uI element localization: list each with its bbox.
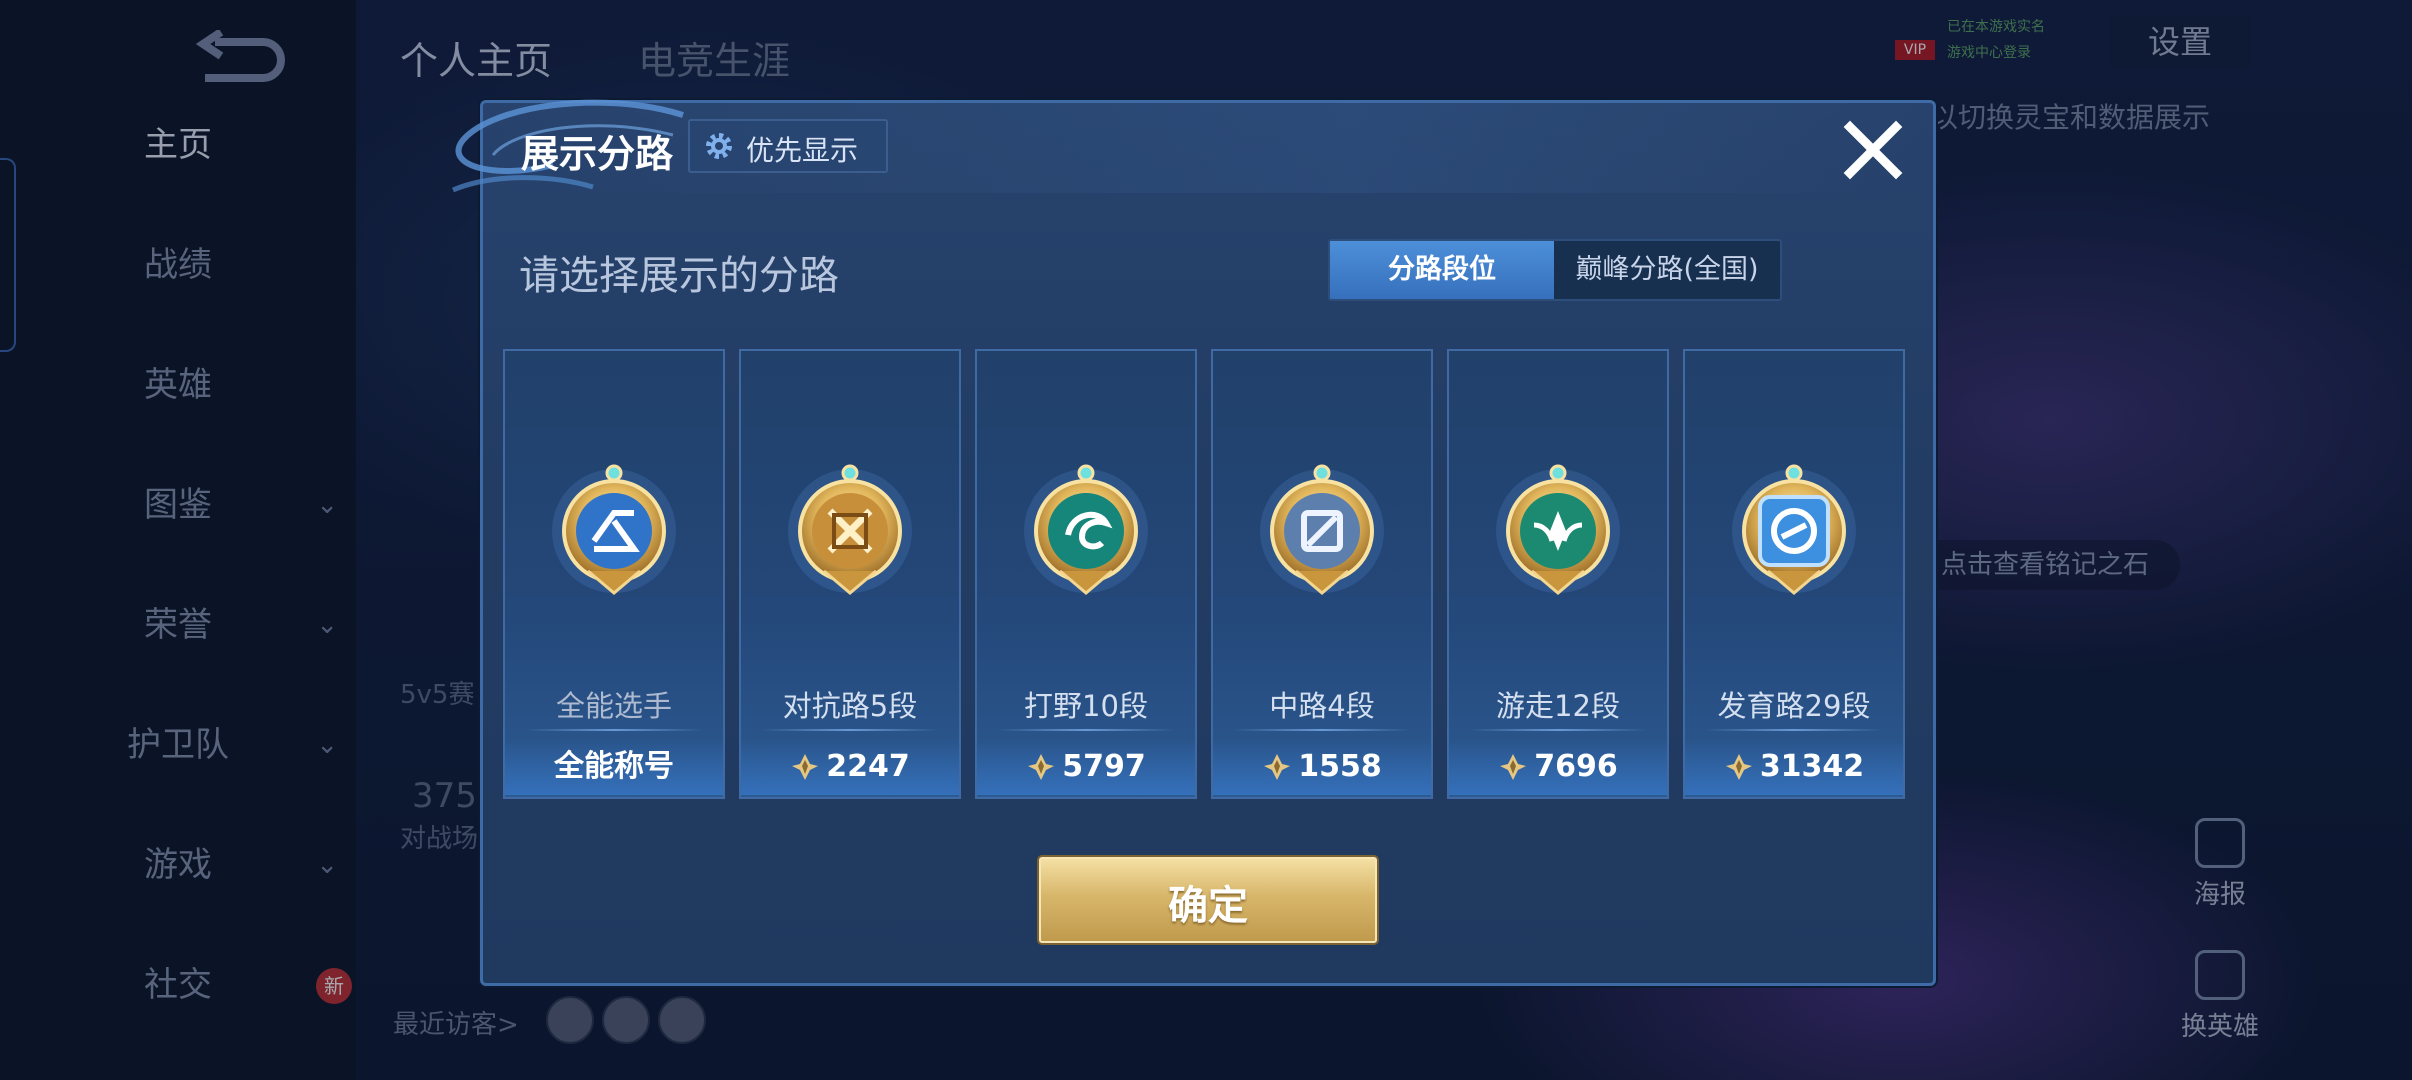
lane-score: 2247 [741, 739, 959, 795]
lane-card[interactable]: 游走12段 7696 [1447, 349, 1669, 799]
power-score-icon [1262, 752, 1292, 782]
lane-rank-label: 发育路29段 [1717, 689, 1871, 723]
lane-mode-toggle: 分路段位 巅峰分路(全国) [1328, 239, 1782, 301]
confirm-button[interactable]: 确定 [1039, 857, 1377, 943]
jungle-emblem-icon [1020, 463, 1152, 609]
card-divider [1705, 729, 1883, 731]
clash-lane-emblem-icon [784, 463, 916, 609]
toggle-lane-rank[interactable]: 分路段位 [1330, 241, 1554, 299]
dialog-subtitle: 请选择展示的分路 [519, 253, 839, 299]
priority-display-button[interactable]: 优先显示 [688, 119, 888, 173]
lane-display-dialog: 展示分路 优先显示 请选择展示的分路 分路段位 巅峰分路(全国) 全能选手全能称… [452, 99, 1936, 986]
toggle-peak-lane[interactable]: 巅峰分路(全国) [1554, 241, 1780, 299]
power-score-icon [790, 752, 820, 782]
lane-rank-label: 打野10段 [1024, 689, 1148, 723]
close-icon[interactable] [1838, 115, 1908, 185]
power-score-icon [1498, 752, 1528, 782]
card-divider [997, 729, 1175, 731]
card-divider [1469, 729, 1647, 731]
lane-score-value: 全能称号 [554, 749, 674, 784]
lane-card[interactable]: 全能选手 全能称号 [503, 349, 725, 799]
lane-rank-label: 全能选手 [555, 689, 672, 723]
farm-lane-emblem-icon [1728, 463, 1860, 609]
lane-score: 全能称号 [505, 739, 723, 795]
lane-score: 5797 [977, 739, 1195, 795]
power-score-icon [1026, 752, 1056, 782]
lane-rank-label: 游走12段 [1496, 689, 1620, 723]
lane-card[interactable]: 发育路29段 31342 [1683, 349, 1905, 799]
lane-card-list: 全能选手全能称号 对抗路5段 2247 打野10段 5797 中路4段 1558 游走… [503, 349, 1913, 799]
confirm-label: 确定 [1168, 883, 1248, 929]
card-divider [1233, 729, 1411, 731]
card-divider [525, 729, 703, 731]
dialog-title: 展示分路 [521, 132, 674, 176]
lane-card[interactable]: 对抗路5段 2247 [739, 349, 961, 799]
lane-score: 7696 [1449, 739, 1667, 795]
roam-emblem-icon [1492, 463, 1624, 609]
lane-card[interactable]: 打野10段 5797 [975, 349, 1197, 799]
lane-score-value: 5797 [1062, 749, 1146, 784]
lane-score-value: 2247 [826, 749, 910, 784]
gear-icon [706, 133, 732, 159]
lane-score-value: 7696 [1534, 749, 1618, 784]
lane-score-value: 31342 [1759, 749, 1865, 784]
lane-score: 31342 [1685, 739, 1903, 795]
card-divider [761, 729, 939, 731]
lane-score-value: 1558 [1298, 749, 1382, 784]
lane-rank-label: 中路4段 [1269, 689, 1375, 723]
mid-lane-emblem-icon [1256, 463, 1388, 609]
lane-card[interactable]: 中路4段 1558 [1211, 349, 1433, 799]
lane-rank-label: 对抗路5段 [782, 689, 918, 723]
allround-emblem-icon [548, 463, 680, 609]
power-score-icon [1724, 752, 1754, 782]
priority-display-label: 优先显示 [746, 134, 859, 167]
lane-score: 1558 [1213, 739, 1431, 795]
